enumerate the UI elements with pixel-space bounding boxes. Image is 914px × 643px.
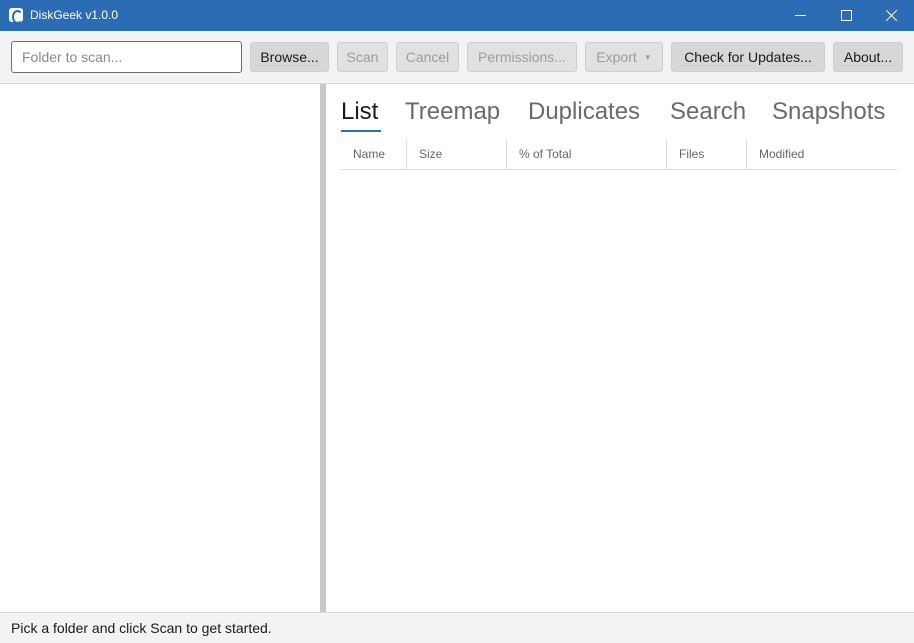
active-tab-indicator <box>341 130 381 132</box>
maximize-button[interactable] <box>823 0 869 31</box>
tab-search[interactable]: Search <box>670 96 746 128</box>
column-header-files[interactable]: Files <box>666 139 746 170</box>
folder-tree-panel[interactable] <box>0 84 320 612</box>
column-header-modified[interactable]: Modified <box>746 139 897 170</box>
toolbar: Browse... Scan Cancel Permissions... Exp… <box>0 31 914 84</box>
file-list[interactable] <box>341 170 897 610</box>
tab-snapshots[interactable]: Snapshots <box>772 96 885 128</box>
minimize-button[interactable] <box>777 0 823 31</box>
maximize-icon <box>840 10 852 21</box>
minimize-icon <box>794 15 806 16</box>
panel-splitter[interactable] <box>320 84 326 612</box>
column-header-name[interactable]: Name <box>341 139 406 170</box>
check-updates-button[interactable]: Check for Updates... <box>671 42 825 72</box>
tab-duplicates[interactable]: Duplicates <box>528 96 640 128</box>
close-button[interactable] <box>868 0 914 31</box>
title-bar[interactable]: DiskGeek v1.0.0 <box>0 0 914 31</box>
window-title: DiskGeek v1.0.0 <box>30 8 119 22</box>
dropdown-arrow-icon: ▼ <box>643 52 652 62</box>
permissions-button[interactable]: Permissions... <box>467 42 577 72</box>
status-bar: Pick a folder and click Scan to get star… <box>0 612 914 643</box>
about-button[interactable]: About... <box>833 42 903 72</box>
export-button-label: Export <box>596 49 637 65</box>
tab-list[interactable]: List <box>341 96 378 128</box>
status-text: Pick a folder and click Scan to get star… <box>11 620 272 636</box>
export-button[interactable]: Export ▼ <box>585 42 663 72</box>
browse-button[interactable]: Browse... <box>250 42 329 72</box>
tab-treemap[interactable]: Treemap <box>405 96 500 128</box>
column-header-size[interactable]: Size <box>406 139 506 170</box>
column-header-percent[interactable]: % of Total <box>506 139 666 170</box>
folder-input[interactable] <box>11 41 242 73</box>
scan-button[interactable]: Scan <box>337 42 388 72</box>
close-icon <box>885 9 898 22</box>
cancel-button[interactable]: Cancel <box>396 42 459 72</box>
app-icon <box>9 8 23 24</box>
